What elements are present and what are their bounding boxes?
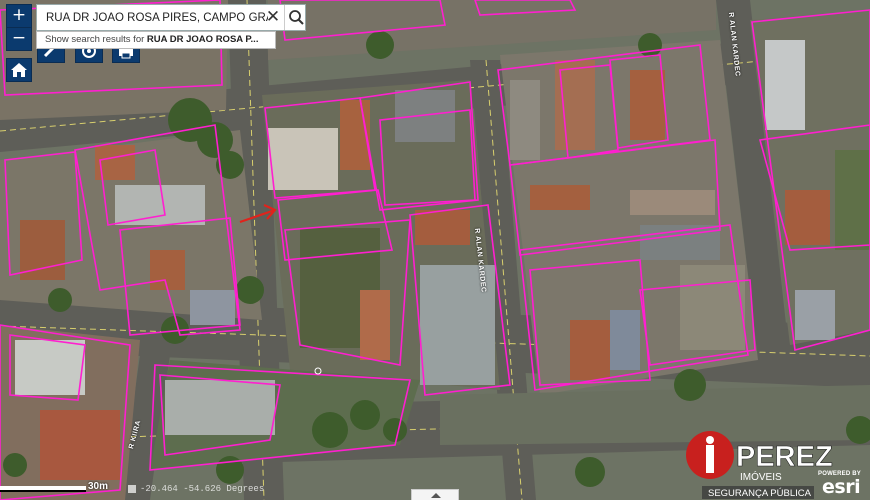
esri-logo: esri [822,476,861,498]
coordinates-icon [128,485,136,493]
coordinates-readout: -20.464 -54.626 Degrees [140,484,265,494]
scale-bar [0,486,86,492]
search-button[interactable] [284,5,307,30]
suggestion-prefix: Show search results for [45,34,147,45]
search-box: ✕ [36,4,306,31]
suggestion-query: RUA DR JOAO ROSA P... [146,34,259,45]
perez-subtitle: IMÓVEIS [740,470,782,483]
perez-tagline: SEGURANÇA PÚBLICA [708,488,812,499]
home-icon [11,63,27,77]
expand-panel-handle[interactable] [411,489,459,500]
zoom-in-button[interactable]: + [6,4,32,28]
search-icon [289,10,304,25]
search-input[interactable] [37,5,268,30]
search-suggestion[interactable]: Show search results for RUA DR JOAO ROSA… [36,31,276,49]
clear-search-button[interactable]: ✕ [263,7,283,28]
home-button[interactable] [6,58,32,82]
scale-label: 30m [88,481,109,492]
close-icon: ✕ [265,7,281,27]
zoom-out-button[interactable]: − [6,27,32,51]
perez-name: PEREZ [736,441,833,473]
